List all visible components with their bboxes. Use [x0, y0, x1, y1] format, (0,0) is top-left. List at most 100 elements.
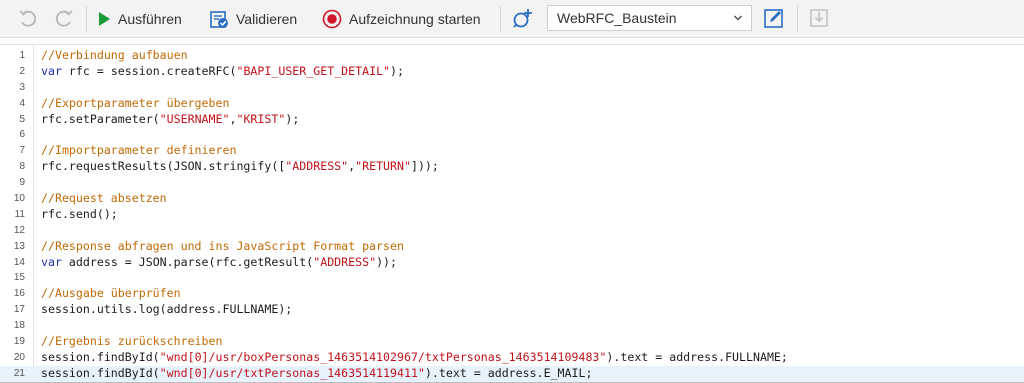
- toolbar: Ausführen Validieren Aufzeichnung starte…: [0, 0, 1024, 38]
- code-string: "KRIST": [236, 111, 286, 126]
- play-icon: [97, 10, 111, 28]
- code-text: rfc.send();: [41, 207, 118, 223]
- code-line[interactable]: 16 //Ausgabe überprüfen: [0, 286, 1024, 302]
- code-text: var rfc = session.createRFC("BAPI_USER_G…: [41, 64, 404, 80]
- code-token: session.utils.log(address.FULLNAME);: [41, 302, 293, 317]
- module-select-value: WebRFC_Baustein: [557, 10, 677, 26]
- record-button[interactable]: Aufzeichnung starten: [322, 8, 481, 30]
- code-token: );: [285, 111, 300, 126]
- line-number: 14: [13, 256, 25, 268]
- line-number: 2: [19, 65, 25, 77]
- code-comment: //Request absetzen: [41, 191, 167, 206]
- code-text: //Request absetzen: [41, 191, 167, 207]
- code-keyword: var: [41, 63, 62, 78]
- code-comment: //Ergebnis zurückschreiben: [41, 334, 223, 349]
- code-editor[interactable]: 1 //Verbindung aufbauen 2 var rfc = session…: [0, 44, 1024, 383]
- code-text: session.findById("wnd[0]/usr/boxPersonas…: [41, 350, 788, 366]
- code-line[interactable]: 7 //Importparameter definieren: [0, 143, 1024, 159]
- code-text: //Response abfragen und ins JavaScript F…: [41, 239, 404, 255]
- line-number: 7: [19, 145, 25, 157]
- code-line[interactable]: 19 //Ergebnis zurückschreiben: [0, 334, 1024, 350]
- line-number: 9: [19, 177, 25, 189]
- code-token: session.findById(: [41, 349, 160, 364]
- code-string: "USERNAME": [159, 111, 230, 126]
- validate-button-label: Validieren: [236, 11, 298, 27]
- line-number: 13: [13, 240, 25, 252]
- line-number: 16: [13, 288, 25, 300]
- code-token: session.findById(: [41, 365, 160, 380]
- code-string: "wnd[0]/usr/boxPersonas_1463514102967/tx…: [159, 349, 607, 364]
- code-line[interactable]: 6: [0, 127, 1024, 143]
- code-line[interactable]: 20 session.findById("wnd[0]/usr/boxPerson…: [0, 350, 1024, 366]
- code-text: session.utils.log(address.FULLNAME);: [41, 302, 292, 318]
- code-line[interactable]: 21 session.findById("wnd[0]/usr/txtPerson…: [0, 365, 1024, 382]
- line-number: 19: [13, 336, 25, 348]
- code-text: //Ausgabe überprüfen: [41, 286, 181, 302]
- code-line[interactable]: 1 //Verbindung aufbauen: [0, 48, 1024, 64]
- code-comment: //Importparameter definieren: [41, 143, 237, 158]
- code-token: rfc.requestResults(JSON.stringify([: [41, 159, 286, 174]
- code-lines: 1 //Verbindung aufbauen 2 var rfc = session…: [0, 48, 1024, 382]
- code-token: ]));: [410, 159, 439, 174]
- code-text: session.findById("wnd[0]/usr/txtPersonas…: [41, 366, 592, 382]
- validate-icon: [209, 9, 229, 29]
- run-button-label: Ausführen: [118, 11, 182, 27]
- toolbar-separator: [500, 6, 501, 32]
- code-token: );: [390, 63, 404, 78]
- code-string: "ADDRESS": [285, 159, 349, 174]
- code-line[interactable]: 2 var rfc = session.createRFC("BAPI_USER_…: [0, 64, 1024, 80]
- line-number: 4: [19, 97, 25, 109]
- code-line[interactable]: 17 session.utils.log(address.FULLNAME);: [0, 302, 1024, 318]
- line-number: 3: [19, 81, 25, 93]
- code-line[interactable]: 11 rfc.send();: [0, 207, 1024, 223]
- redo-icon[interactable]: [53, 8, 75, 30]
- code-string: "RETURN": [355, 159, 411, 174]
- code-line[interactable]: 10 //Request absetzen: [0, 191, 1024, 207]
- line-number: 5: [19, 113, 25, 125]
- code-text: rfc.setParameter("USERNAME","KRIST");: [41, 112, 299, 128]
- code-line[interactable]: 15: [0, 270, 1024, 286]
- code-line[interactable]: 18: [0, 318, 1024, 334]
- line-number: 6: [19, 129, 25, 141]
- code-text: //Importparameter definieren: [41, 143, 236, 159]
- code-text: //Ergebnis zurückschreiben: [41, 334, 222, 350]
- code-string: "BAPI_USER_GET_DETAIL": [236, 63, 391, 78]
- code-comment: //Verbindung aufbauen: [41, 48, 188, 62]
- code-line[interactable]: 13 //Response abfragen und ins JavaScript…: [0, 239, 1024, 255]
- undo-icon[interactable]: [17, 8, 39, 30]
- code-comment: //Ausgabe überprüfen: [41, 286, 181, 301]
- line-number: 20: [13, 351, 25, 363]
- code-text: rfc.requestResults(JSON.stringify(["ADDR…: [41, 159, 439, 175]
- edit-icon[interactable]: [762, 6, 786, 30]
- code-line[interactable]: 12: [0, 223, 1024, 239]
- record-button-label: Aufzeichnung starten: [349, 11, 481, 27]
- record-icon: [322, 9, 342, 29]
- line-number: 11: [14, 208, 25, 220]
- code-string: "ADDRESS": [313, 254, 377, 269]
- code-string: "wnd[0]/usr/txtPersonas_1463514119411": [159, 365, 425, 380]
- code-token: ).text = address.FULLNAME;: [606, 349, 788, 364]
- code-line[interactable]: 3: [0, 80, 1024, 96]
- code-line[interactable]: 8 rfc.requestResults(JSON.stringify(["ADD…: [0, 159, 1024, 175]
- code-line[interactable]: 4 //Exportparameter übergeben: [0, 96, 1024, 112]
- line-number: 8: [19, 161, 25, 173]
- module-select[interactable]: WebRFC_Baustein: [547, 5, 752, 31]
- add-module-icon[interactable]: [511, 6, 535, 30]
- download-icon[interactable]: [807, 6, 831, 30]
- code-line[interactable]: 9: [0, 175, 1024, 191]
- validate-button[interactable]: Validieren: [209, 8, 297, 30]
- code-line[interactable]: 14 var address = JSON.parse(rfc.getResult…: [0, 255, 1024, 271]
- code-token: address = JSON.parse(rfc.getResult(: [61, 254, 314, 269]
- code-text: var address = JSON.parse(rfc.getResult("…: [41, 255, 397, 271]
- line-number: 15: [13, 272, 25, 284]
- code-text: //Verbindung aufbauen: [41, 48, 188, 64]
- toolbar-separator: [797, 6, 798, 32]
- code-line[interactable]: 5 rfc.setParameter("USERNAME","KRIST");: [0, 112, 1024, 128]
- run-button[interactable]: Ausführen: [97, 8, 182, 30]
- code-keyword: var: [41, 254, 62, 269]
- code-token: ));: [376, 254, 398, 269]
- code-text: //Exportparameter übergeben: [41, 96, 229, 112]
- code-token: rfc.send();: [41, 206, 118, 221]
- code-comment: //Response abfragen und ins JavaScript F…: [41, 238, 404, 253]
- code-token: rfc.setParameter(: [41, 111, 160, 126]
